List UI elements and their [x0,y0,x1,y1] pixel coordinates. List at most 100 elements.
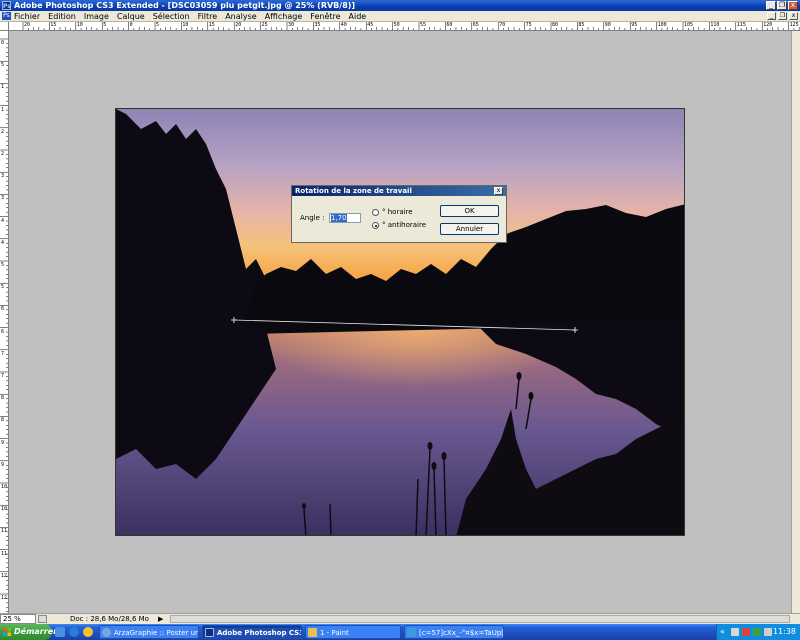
ruler-tick-label: 3 [1,173,5,180]
close-button[interactable]: x [788,1,798,10]
counterclockwise-radio[interactable] [372,222,379,229]
ruler-tick-label: 50 [393,22,400,28]
ruler-tick-label: 110 [710,22,720,28]
clock[interactable]: 11:38 [773,624,796,640]
ruler-tick-label: 5 [1,262,5,268]
system-tray: « 11:38 [716,624,800,640]
ruler-tick-label: 8 [1,417,5,424]
task-photoshop[interactable]: Adobe Photoshop CS3... [202,625,302,639]
status-bar: 25 % Doc : 28,6 Mo/28,6 Mo ▶ [0,613,800,624]
clockwise-label[interactable]: ° horaire [382,208,413,216]
menu-analyse[interactable]: Analyse [225,11,257,22]
dialog-close-button[interactable]: x [494,187,503,195]
paint-task-icon [308,628,317,637]
vertical-scrollbar[interactable] [791,31,800,613]
document-icon[interactable]: Ps [2,12,11,20]
cancel-button[interactable]: Annuler [440,223,499,235]
ruler-tick-label: 7 [1,373,5,379]
doc-restore-button[interactable]: ❐ [778,12,787,20]
angle-label: Angle : [300,214,325,222]
zoom-preview-icon[interactable] [38,615,47,623]
ruler-tick-label: 0 [129,22,133,28]
ruler-tick-label: 6 [1,306,5,313]
menu-aide[interactable]: Aide [349,11,367,22]
title-bar[interactable]: Ps Adobe Photoshop CS3 Extended - [DSC03… [0,0,800,11]
menu-edition[interactable]: Edition [48,11,76,22]
menu-affichage[interactable]: Affichage [265,11,303,22]
doc-close-button[interactable]: x [789,12,798,20]
ruler-tick-label: 10 [1,506,8,513]
task-arzagraphie[interactable]: ArzaGraphie :: Poster un... [99,625,199,639]
task-label: ArzaGraphie :: Poster un... [114,629,199,637]
task-messenger-chat[interactable]: [c=57]cXx_-°¤$x=TaUp[... [404,625,504,639]
ruler-tick-label: 35 [314,22,321,28]
ruler-tick-label: 40 [340,22,347,28]
ruler-tick-label: 4 [1,239,5,246]
ruler-tick-label: 12 [1,595,8,601]
ruler-tick-label: 45 [367,22,374,28]
menu-fichier[interactable]: Fichier [14,11,40,22]
ruler-tick-label: 75 [525,22,532,28]
doc-minimize-button[interactable]: _ [767,12,776,20]
start-button[interactable]: Démarrer [0,624,57,640]
maximize-button[interactable]: ❐ [777,1,787,10]
ruler-tick-label: 115 [736,22,746,28]
show-desktop-icon[interactable] [55,627,65,637]
ruler-tick-label: 15 [208,22,215,28]
chat-task-icon [407,628,416,637]
task-label: 1 - Paint [320,629,349,637]
ruler-tick-label: 85 [578,22,585,28]
ruler-tick-label: 10 [76,22,83,28]
menu-selection[interactable]: Sélection [153,11,190,22]
horizontal-ruler[interactable]: 20 15 10 5 0 5 10 15 20 25 30 35 40 45 50 55 60 65 70 75 80 8… [9,22,800,31]
ruler-tick-label: 55 [420,22,427,28]
ok-button[interactable]: OK [440,205,499,217]
ruler-tick-label: 90 [604,22,611,28]
status-menu-arrow-icon[interactable]: ▶ [158,615,163,623]
clockwise-radio[interactable] [372,209,379,216]
tray-expand-icon[interactable]: « [720,627,725,636]
menu-image[interactable]: Image [84,11,109,22]
document-image[interactable] [115,108,685,536]
ruler-tick-label: 0 [1,40,5,46]
menu-filtre[interactable]: Filtre [198,11,218,22]
ruler-tick-label: 10 [1,484,8,490]
ruler-tick-label: 95 [631,22,638,28]
windows-flag-icon [3,628,11,636]
menu-fenetre[interactable]: Fenêtre [310,11,340,22]
zoom-field[interactable]: 25 % [0,614,36,624]
ruler-tick-label: 2 [1,151,5,157]
messenger-icon[interactable] [83,627,93,637]
ruler-tick-label: 105 [684,22,694,28]
ruler-tick-label: 5 [1,62,5,69]
ruler-tick-label: 11 [1,550,8,557]
task-paint[interactable]: 1 - Paint [305,625,401,639]
horizontal-scrollbar[interactable] [170,615,790,623]
vertical-ruler[interactable]: 0 5 1 1 2 2 3 3 4 4 5 5 6 6 7 7 8 8 9 9 10 10 11 11 12 12 [0,31,9,613]
security-icon[interactable] [742,628,750,636]
ruler-tick-label: 5 [103,22,107,28]
menu-bar: Ps Fichier Edition Image Calque Sélectio… [0,11,800,22]
ruler-tick-label: 7 [1,350,5,357]
volume-icon[interactable] [764,628,772,636]
ruler-tick-label: 6 [1,328,5,335]
start-label: Démarrer [14,627,58,636]
angle-input[interactable]: 1,70 [329,213,361,223]
network-icon[interactable] [731,628,739,636]
messenger-tray-icon[interactable] [753,628,761,636]
dialog-title[interactable]: Rotation de la zone de travail [292,186,506,196]
ruler-tick-label: 10 [182,22,189,28]
menu-calque[interactable]: Calque [117,11,145,22]
minimize-button[interactable]: _ [766,1,776,10]
ruler-tick-label: 100 [657,22,667,28]
ruler-tick-label: 5 [1,284,5,291]
counterclockwise-label[interactable]: ° antihoraire [382,221,426,229]
rotate-canvas-dialog: Rotation de la zone de travail x Angle :… [291,185,507,243]
document-size-info[interactable]: Doc : 28,6 Mo/28,6 Mo [70,614,149,624]
ruler-tick-label: 3 [1,195,5,202]
browser-task-icon [102,628,111,637]
internet-explorer-icon[interactable] [69,627,79,637]
ruler-tick-label: 12 [1,572,8,579]
ruler-tick-label: 15 [50,22,57,28]
ruler-origin[interactable] [0,22,9,31]
